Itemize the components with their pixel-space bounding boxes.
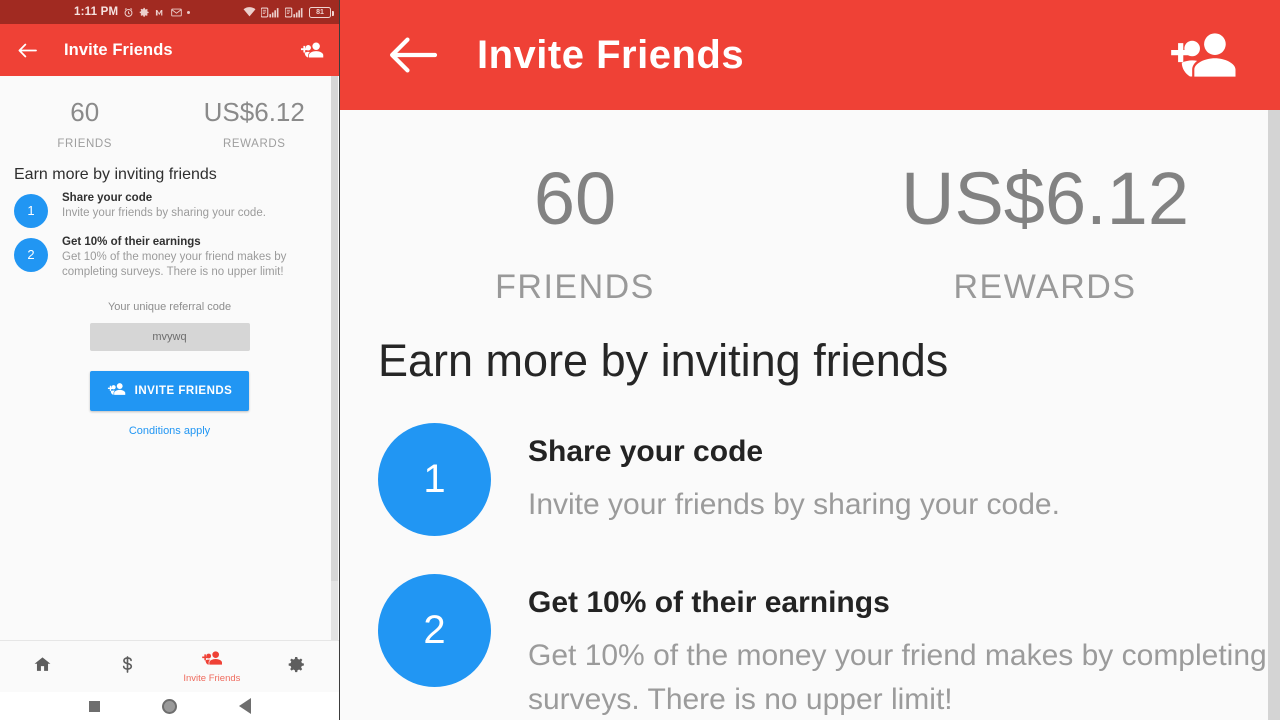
magnified-view: Invite Friends 60 FRIENDS US$6.12 REWARD…: [340, 0, 1280, 720]
steps-list: 1 Share your code Invite your friends by…: [0, 188, 339, 281]
android-navigation-bar: [0, 692, 339, 720]
stat-rewards: US$6.12 REWARDS: [170, 98, 340, 150]
conditions-apply-link[interactable]: Conditions apply: [0, 425, 339, 437]
step-text: Share your code Invite your friends by s…: [48, 192, 286, 228]
step-number-badge: 2: [378, 574, 491, 687]
settings-icon: [139, 7, 150, 18]
stat-value: 60: [70, 97, 100, 127]
magnified-stat-rewards: US$6.12 REWARDS: [810, 162, 1280, 307]
step-text: Get 10% of their earnings Get 10% of the…: [491, 574, 1280, 720]
magnified-scrollbar[interactable]: [1268, 110, 1280, 720]
stat-value: US$6.12: [901, 157, 1189, 240]
gmail-icon: [171, 8, 183, 17]
stat-label: REWARDS: [953, 268, 1137, 306]
stat-friends: 60 FRIENDS: [0, 98, 170, 150]
phone-content: 60 FRIENDS US$6.12 REWARDS Earn more by …: [0, 76, 339, 640]
referral-code-field[interactable]: mvywq: [89, 322, 250, 351]
status-bar-left: 1:11 PM: [8, 6, 243, 18]
step-heading: Share your code: [528, 435, 764, 468]
tab-invite-friends[interactable]: Invite Friends: [170, 650, 255, 684]
sim1-signal-icon: [261, 7, 280, 18]
status-bar-right: 81: [243, 6, 334, 18]
step-heading: Share your code: [62, 191, 153, 204]
tab-settings[interactable]: [254, 655, 339, 679]
magnified-app-bar: Invite Friends: [340, 0, 1280, 110]
home-icon: [33, 655, 52, 679]
stat-value: 60: [533, 157, 617, 240]
step-body: Invite your friends by sharing your code…: [528, 488, 1060, 521]
tab-earnings[interactable]: [85, 655, 170, 679]
section-heading: Earn more by inviting friends: [14, 165, 217, 183]
magnified-stats-row: 60 FRIENDS US$6.12 REWARDS: [340, 110, 1280, 307]
magnified-steps-list: 1 Share your code Invite your friends by…: [340, 387, 1280, 720]
referral-code-caption: Your unique referral code: [107, 300, 232, 313]
arrow-left-icon[interactable]: [14, 37, 40, 63]
phone-screen: 1:11 PM 81 Invite Friends 60 FRIENDS US$…: [0, 0, 339, 720]
step-number-badge: 1: [378, 423, 491, 536]
magnified-page-title: Invite Friends: [477, 32, 745, 77]
step-heading: Get 10% of their earnings: [62, 235, 201, 248]
status-bar-clock: 1:11 PM: [74, 6, 119, 18]
step-heading: Get 10% of their earnings: [528, 586, 890, 619]
arrow-left-icon[interactable]: [382, 33, 444, 77]
android-status-bar: 1:11 PM 81: [0, 0, 339, 24]
tab-home[interactable]: [0, 655, 85, 679]
step-number-badge: 2: [14, 237, 48, 272]
step-body: Get 10% of the money your friend makes b…: [62, 250, 287, 279]
step-body: Invite your friends by sharing your code…: [62, 206, 266, 219]
app-bar: Invite Friends: [0, 24, 339, 76]
stat-label: FRIENDS: [495, 268, 655, 306]
stat-label: REWARDS: [222, 137, 286, 150]
stat-label: FRIENDS: [57, 137, 113, 150]
recents-square-icon[interactable]: [88, 700, 100, 712]
stats-row: 60 FRIENDS US$6.12 REWARDS: [0, 76, 339, 154]
person-add-icon[interactable]: [1168, 29, 1238, 81]
alarm-icon: [123, 7, 134, 18]
battery-level: 81: [316, 8, 324, 16]
home-circle-icon[interactable]: [161, 698, 177, 714]
step-number-badge: 1: [14, 193, 48, 228]
medium-app-icon: [155, 8, 166, 17]
battery-icon: 81: [309, 6, 334, 18]
sim2-signal-icon: [285, 7, 304, 18]
panel-divider: [339, 0, 340, 720]
stat-value: US$6.12: [203, 97, 305, 127]
magnified-content: 60 FRIENDS US$6.12 REWARDS Earn more by …: [340, 110, 1280, 720]
step-body: Get 10% of the money your friend makes b…: [528, 639, 1267, 716]
screenshot-root: 1:11 PM 81 Invite Friends 60 FRIENDS US$…: [0, 0, 1280, 720]
page-title: Invite Friends: [64, 40, 173, 59]
dollar-icon: [118, 655, 137, 679]
invite-button-label: INVITE FRIENDS: [134, 384, 233, 397]
bottom-tab-bar: Invite Friends: [0, 640, 339, 692]
step-item: 2 Get 10% of their earnings Get 10% of t…: [14, 236, 339, 281]
step-text: Share your code Invite your friends by s…: [491, 423, 1060, 536]
person-add-icon: [201, 650, 223, 671]
wifi-icon: [243, 7, 256, 17]
magnified-stat-friends: 60 FRIENDS: [340, 162, 810, 307]
step-item: 1 Share your code Invite your friends by…: [14, 192, 339, 228]
gear-icon: [287, 655, 306, 679]
dot-icon: [187, 10, 191, 14]
person-add-icon: [107, 382, 126, 399]
step-item: 2 Get 10% of their earnings Get 10% of t…: [378, 574, 1280, 720]
scrollbar-thumb[interactable]: [331, 76, 338, 581]
tab-label: Invite Friends: [183, 672, 241, 684]
back-triangle-icon[interactable]: [238, 698, 251, 714]
person-add-icon[interactable]: [299, 38, 325, 62]
step-item: 1 Share your code Invite your friends by…: [378, 423, 1280, 536]
step-text: Get 10% of their earnings Get 10% of the…: [48, 236, 339, 281]
invite-friends-button[interactable]: INVITE FRIENDS: [90, 370, 249, 411]
referral-code-section: Your unique referral code mvywq INVITE F…: [0, 289, 339, 437]
magnified-section-heading: Earn more by inviting friends: [378, 335, 949, 386]
